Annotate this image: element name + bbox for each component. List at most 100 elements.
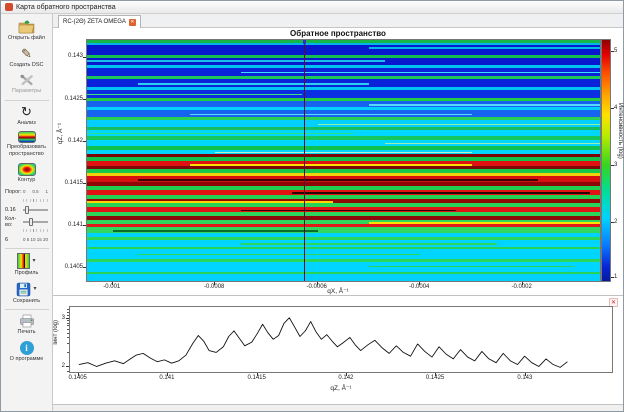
profile-x-tick-mark	[525, 373, 526, 376]
heatmap-streak	[190, 114, 472, 116]
profile-y-minor-tick	[67, 371, 69, 372]
heatmap-streak	[138, 83, 369, 85]
count-scale: 0 5 10 15 20	[23, 237, 48, 242]
heatmap-streak	[87, 133, 354, 134]
analysis-button[interactable]: ↻ Анализ	[1, 103, 52, 130]
reciprocal-space-panel: Обратное пространство qZ, Å⁻¹ qX, Å⁻¹ Ин…	[53, 28, 623, 295]
transform-space-label: Преобразовать пространство	[3, 144, 51, 157]
scale-tick-label: 0	[23, 237, 26, 242]
create-dsc-label: Создать DSC	[9, 62, 43, 69]
profile-y-tick-label: 2	[59, 363, 65, 369]
profile-y-minor-tick	[67, 309, 69, 310]
app-window: Карта обратного пространства Открыть фай…	[0, 0, 624, 412]
profile-y-minor-tick	[67, 352, 69, 353]
heatmap-streak	[241, 210, 456, 211]
threshold-slider[interactable]	[23, 206, 48, 214]
y-tick-label: 0.1415	[59, 180, 83, 186]
tools-icon	[19, 73, 35, 87]
profile-icon	[17, 253, 30, 269]
heatmap-streak	[87, 60, 385, 62]
window-title: Карта обратного пространства	[16, 4, 116, 11]
count-slider[interactable]	[23, 218, 48, 226]
analysis-label: Анализ	[17, 120, 36, 127]
scale-tick-label: 0	[23, 189, 26, 194]
chevron-down-icon[interactable]: ▾	[32, 258, 35, 264]
heatmap-streak	[318, 124, 600, 125]
profile-x-tick-mark	[167, 373, 168, 376]
heatmap-streak	[190, 164, 472, 165]
print-button[interactable]: Печать	[1, 312, 52, 339]
parameters-button[interactable]: Параметры	[1, 71, 52, 98]
profile-label: Профиль	[15, 270, 39, 277]
y-tick-label: 0.1425	[59, 96, 83, 102]
crosshair-line	[304, 40, 306, 281]
create-dsc-button[interactable]: ✎ Создать DSC	[1, 45, 52, 72]
sidebar-separator	[5, 100, 49, 101]
content-area: RC-(2Θ) ZETA OMEGA ✕ Обратное пространст…	[53, 14, 623, 411]
profile-y-minor-tick	[67, 320, 69, 321]
count-label: Кол-во:	[5, 216, 21, 228]
transform-space-button[interactable]: Преобразовать пространство	[1, 129, 52, 160]
heatmap-streak	[138, 179, 538, 180]
open-file-label: Открыть файл	[8, 35, 45, 42]
profile-y-minor-tick	[67, 333, 69, 334]
y-tick-mark	[83, 267, 86, 268]
heatmap-streak	[385, 143, 600, 144]
open-file-button[interactable]: Открыть файл	[1, 17, 52, 45]
x-tick-mark	[214, 282, 215, 285]
x-tick-mark	[522, 282, 523, 285]
about-button[interactable]: i О программе	[1, 339, 52, 366]
sidebar-separator	[5, 309, 49, 310]
heatmap-streak	[215, 152, 472, 153]
profile-panel: ✕ Iинт (log) qZ, Å⁻¹ 0.14050.1410.14150.…	[53, 295, 623, 405]
heatmap-layers-icon	[18, 131, 36, 143]
y-tick-label: 0.1405	[59, 264, 83, 270]
profile-y-tick-label: 3	[59, 315, 65, 321]
heatmap-streak	[292, 192, 590, 193]
tab-bar: RC-(2Θ) ZETA OMEGA ✕	[53, 14, 623, 28]
about-label: О программе	[10, 356, 44, 363]
printer-icon	[19, 314, 35, 328]
y-tick-label: 0.142	[59, 138, 83, 144]
contour-button[interactable]: Контур	[1, 161, 52, 187]
info-icon: i	[20, 341, 34, 355]
threshold-control: Порог: 0 0.5 1 0.16	[1, 186, 52, 216]
colorbar-tick-label: 2	[614, 219, 622, 225]
profile-button[interactable]: ▾ Профиль	[1, 251, 52, 280]
threshold-label: Порог:	[5, 189, 21, 195]
heatmap-streak	[369, 47, 600, 49]
y-tick-label: 0.143	[59, 53, 83, 59]
chevron-down-icon[interactable]: ▾	[33, 286, 36, 292]
profile-y-minor-tick	[67, 329, 69, 330]
scale-tick-label: 5	[27, 237, 30, 242]
heatmap-streak	[87, 94, 302, 96]
heatmap-streak	[369, 222, 600, 223]
heatmap-streak	[241, 243, 498, 244]
profile-y-minor-tick	[67, 325, 69, 326]
floppy-disk-icon	[16, 282, 31, 297]
folder-open-icon	[18, 19, 36, 34]
profile-x-tick-mark	[257, 373, 258, 376]
colorbar	[601, 39, 611, 282]
print-label: Печать	[17, 329, 35, 336]
heatmap-stripe	[87, 274, 600, 281]
profile-x-tick-mark	[78, 373, 79, 376]
contour-map-icon	[18, 163, 36, 176]
save-button[interactable]: ▾ Сохранить	[1, 280, 52, 308]
profile-y-tick-mark	[66, 318, 69, 319]
profile-line-chart	[70, 307, 612, 372]
heatmap[interactable]	[86, 39, 601, 282]
y-tick-mark	[83, 99, 86, 100]
tab-close-icon[interactable]: ✕	[129, 19, 136, 26]
threshold-scale: 0 0.5 1	[23, 189, 48, 194]
scale-tick-label: 10	[30, 237, 35, 242]
scale-tick-label: 0.5	[32, 189, 38, 194]
y-tick-mark	[83, 57, 86, 58]
threshold-scale-ticks	[23, 199, 48, 202]
heatmap-streak	[369, 266, 574, 267]
crosshair-marker	[303, 40, 306, 44]
tab-rc-zeta-omega[interactable]: RC-(2Θ) ZETA OMEGA ✕	[58, 15, 141, 28]
profile-x-axis-title: qZ, Å⁻¹	[69, 384, 613, 392]
scale-tick-label: 20	[43, 237, 48, 242]
profile-x-tick-mark	[346, 373, 347, 376]
